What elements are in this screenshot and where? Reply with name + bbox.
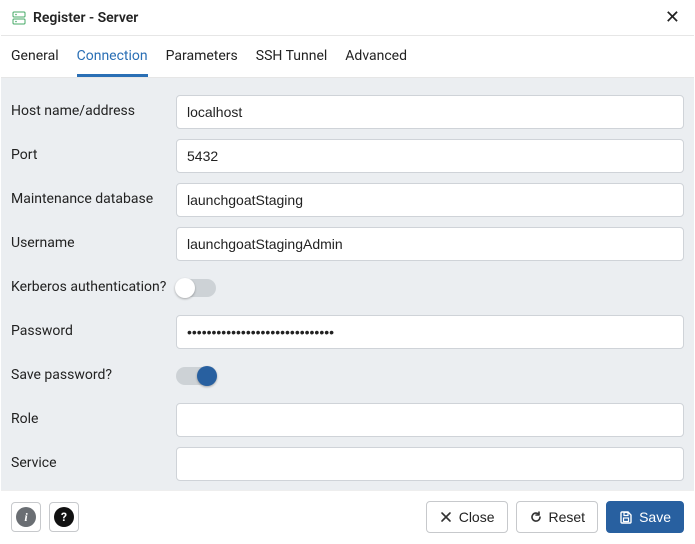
tab-ssh-tunnel[interactable]: SSH Tunnel [256,36,328,77]
role-label: Role [11,406,176,432]
tab-advanced[interactable]: Advanced [345,36,407,77]
close-button[interactable]: Close [426,501,508,533]
info-icon: i [16,507,36,527]
reset-icon [529,510,543,524]
info-button[interactable]: i [11,502,41,532]
close-icon[interactable]: ✕ [661,7,684,29]
titlebar: Register - Server ✕ [1,1,694,36]
role-input[interactable] [176,403,684,437]
register-server-dialog: Register - Server ✕ General Connection P… [0,0,695,544]
host-input[interactable] [176,95,684,129]
service-label: Service [11,450,176,476]
help-icon: ? [54,507,74,527]
tab-connection[interactable]: Connection [77,36,148,77]
port-label: Port [11,142,176,168]
dialog-title: Register - Server [33,10,655,26]
port-input[interactable] [176,139,684,173]
save-icon [619,510,633,524]
x-icon [439,510,453,524]
password-input[interactable] [176,315,684,349]
kerberos-toggle[interactable] [176,279,216,297]
server-icon [11,10,27,26]
username-input[interactable] [176,227,684,261]
tab-parameters[interactable]: Parameters [166,36,238,77]
reset-button-label: Reset [549,509,586,525]
password-label: Password [11,318,176,344]
footer: i ? Close Reset Save [1,490,694,543]
maintdb-input[interactable] [176,183,684,217]
maintdb-label: Maintenance database [11,186,176,212]
username-label: Username [11,230,176,256]
kerberos-label: Kerberos authentication? [11,274,176,300]
tab-general[interactable]: General [11,36,59,77]
reset-button[interactable]: Reset [516,501,599,533]
savepw-toggle[interactable] [176,367,216,385]
close-button-label: Close [459,509,495,525]
savepw-label: Save password? [11,362,176,388]
save-button-label: Save [639,509,671,525]
form-content: Host name/address Port Maintenance datab… [1,78,694,490]
tabs: General Connection Parameters SSH Tunnel… [1,36,694,78]
help-button[interactable]: ? [49,502,79,532]
service-input[interactable] [176,447,684,481]
host-label: Host name/address [11,98,176,124]
save-button[interactable]: Save [606,501,684,533]
